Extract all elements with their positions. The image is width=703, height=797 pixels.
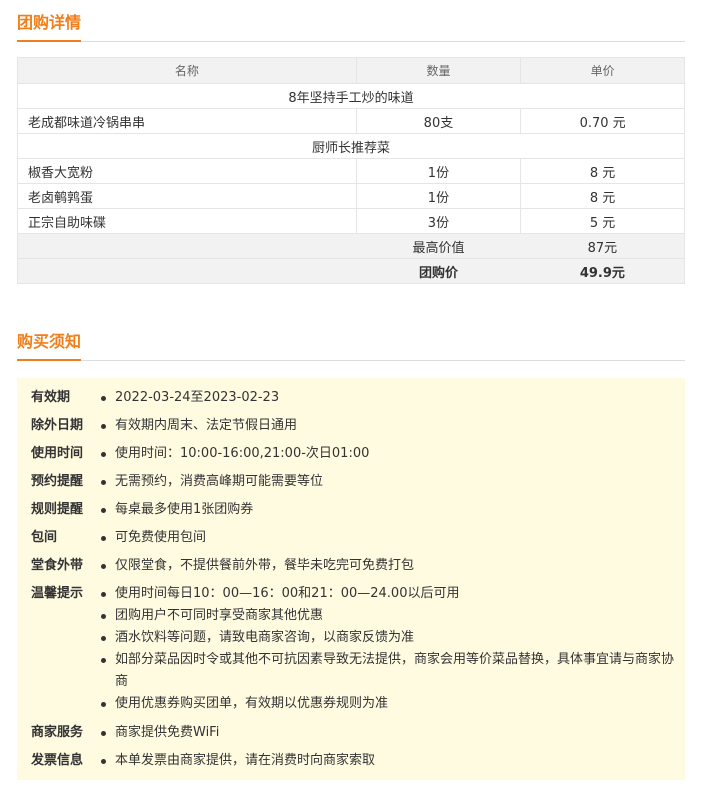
list-item: 酒水饮料等问题，请致电商家咨询，以商家反馈为准	[93, 627, 681, 649]
notice-label: 商家服务	[31, 725, 84, 740]
purchase-notice-title: 购买须知	[17, 331, 82, 361]
list-item: 商家提供免费WiFi	[93, 722, 681, 744]
item-price: 5 元	[520, 208, 685, 234]
table-row: 正宗自助味碟 3份 5 元	[17, 208, 685, 234]
notice-label: 包间	[31, 530, 58, 545]
notice-list: 本单发票由商家提供，请在消费时向商家索取	[93, 750, 681, 772]
list-item: 每桌最多使用1张团购券	[93, 499, 681, 521]
item-qty: 3份	[355, 208, 522, 234]
list-item: 仅限堂食，不提供餐前外带，餐毕未吃完可免费打包	[93, 555, 681, 577]
notice-label: 除外日期	[31, 418, 84, 433]
col-header-name: 名称	[17, 57, 357, 84]
notice-list: 仅限堂食，不提供餐前外带，餐毕未吃完可免费打包	[93, 555, 681, 577]
group-title-row: 8年坚持手工炒的味道	[17, 83, 685, 109]
list-item: 使用时间：10:00-16:00,21:00-次日01:00	[93, 443, 681, 465]
list-item: 可免费使用包间	[93, 527, 681, 549]
table-row: 老卤鹌鹑蛋 1份 8 元	[17, 183, 685, 209]
list-item: 如部分菜品因时令或其他不可抗因素导致无法提供，商家会用等价菜品替换，具体事宜请与…	[93, 649, 681, 693]
notice-row-merchant-service: 商家服务 商家提供免费WiFi	[31, 722, 681, 744]
notice-row-rules: 规则提醒 每桌最多使用1张团购券	[31, 499, 681, 521]
group-title: 厨师长推荐菜	[17, 133, 685, 159]
deal-items-table: 名称 数量 单价 8年坚持手工炒的味道 老成都味道冷锅串串 80支 0.70 元…	[17, 57, 685, 284]
group-title: 8年坚持手工炒的味道	[17, 83, 685, 109]
summary-spacer	[17, 258, 357, 284]
item-price: 0.70 元	[520, 108, 685, 134]
notice-row-excluded-dates: 除外日期 有效期内周末、法定节假日通用	[31, 415, 681, 437]
list-item: 无需预约，消费高峰期可能需要等位	[93, 471, 681, 493]
col-header-price: 单价	[520, 57, 685, 84]
notice-list: 无需预约，消费高峰期可能需要等位	[93, 471, 681, 493]
item-qty: 1份	[355, 183, 522, 209]
notice-row-private-room: 包间 可免费使用包间	[31, 527, 681, 549]
notice-row-invoice: 发票信息 本单发票由商家提供，请在消费时向商家索取	[31, 750, 681, 772]
table-header-row: 名称 数量 单价	[17, 57, 685, 84]
max-value: 87元	[520, 233, 685, 259]
purchase-notice-header: 购买须知	[17, 331, 685, 361]
list-item: 本单发票由商家提供，请在消费时向商家索取	[93, 750, 681, 772]
notice-label: 有效期	[31, 390, 71, 405]
item-price: 8 元	[520, 183, 685, 209]
group-price: 49.9元	[520, 258, 685, 284]
item-price: 8 元	[520, 158, 685, 184]
item-name: 椒香大宽粉	[17, 158, 357, 184]
notice-row-usage-time: 使用时间 使用时间：10:00-16:00,21:00-次日01:00	[31, 443, 681, 465]
notice-list: 商家提供免费WiFi	[93, 722, 681, 744]
max-value-row: 最高价值 87元	[17, 233, 685, 259]
notice-list: 使用时间每日10：00—16：00和21：00—24.00以后可用 团购用户不可…	[93, 583, 681, 715]
header-divider	[17, 41, 685, 42]
notice-label: 规则提醒	[31, 502, 84, 517]
notice-label: 使用时间	[31, 446, 84, 461]
table-row: 椒香大宽粉 1份 8 元	[17, 158, 685, 184]
notice-label: 温馨提示	[31, 586, 84, 601]
item-name: 老成都味道冷锅串串	[17, 108, 357, 134]
notice-list: 使用时间：10:00-16:00,21:00-次日01:00	[93, 443, 681, 465]
deal-details-title: 团购详情	[17, 12, 82, 42]
deal-details-header: 团购详情	[17, 12, 685, 42]
notice-row-reservation: 预约提醒 无需预约，消费高峰期可能需要等位	[31, 471, 681, 493]
header-divider	[17, 360, 685, 361]
notice-list: 可免费使用包间	[93, 527, 681, 549]
notice-label: 发票信息	[31, 753, 84, 768]
notice-row-validity: 有效期 2022-03-24至2023-02-23	[31, 387, 681, 409]
group-title-row: 厨师长推荐菜	[17, 133, 685, 159]
item-name: 老卤鹌鹑蛋	[17, 183, 357, 209]
group-price-label: 团购价	[356, 258, 521, 284]
item-qty: 1份	[355, 158, 522, 184]
notice-row-dine-in-takeaway: 堂食外带 仅限堂食，不提供餐前外带，餐毕未吃完可免费打包	[31, 555, 681, 577]
item-name: 正宗自助味碟	[17, 208, 357, 234]
table-row: 老成都味道冷锅串串 80支 0.70 元	[17, 108, 685, 134]
max-value-label: 最高价值	[356, 233, 521, 259]
notice-list: 有效期内周末、法定节假日通用	[93, 415, 681, 437]
notice-list: 每桌最多使用1张团购券	[93, 499, 681, 521]
col-header-qty: 数量	[355, 57, 522, 84]
list-item: 使用优惠券购买团单，有效期以优惠券规则为准	[93, 693, 681, 715]
purchase-notice-box: 有效期 2022-03-24至2023-02-23 除外日期 有效期内周末、法定…	[17, 378, 685, 780]
list-item: 有效期内周末、法定节假日通用	[93, 415, 681, 437]
notice-list: 2022-03-24至2023-02-23	[93, 387, 681, 409]
item-qty: 80支	[355, 108, 522, 134]
group-price-row: 团购价 49.9元	[17, 258, 685, 284]
list-item: 2022-03-24至2023-02-23	[93, 387, 681, 409]
notice-row-tips: 温馨提示 使用时间每日10：00—16：00和21：00—24.00以后可用 团…	[31, 583, 681, 715]
notice-label: 堂食外带	[31, 558, 84, 573]
list-item: 团购用户不可同时享受商家其他优惠	[93, 605, 681, 627]
summary-spacer	[17, 233, 357, 259]
notice-label: 预约提醒	[31, 474, 84, 489]
list-item: 使用时间每日10：00—16：00和21：00—24.00以后可用	[93, 583, 681, 605]
